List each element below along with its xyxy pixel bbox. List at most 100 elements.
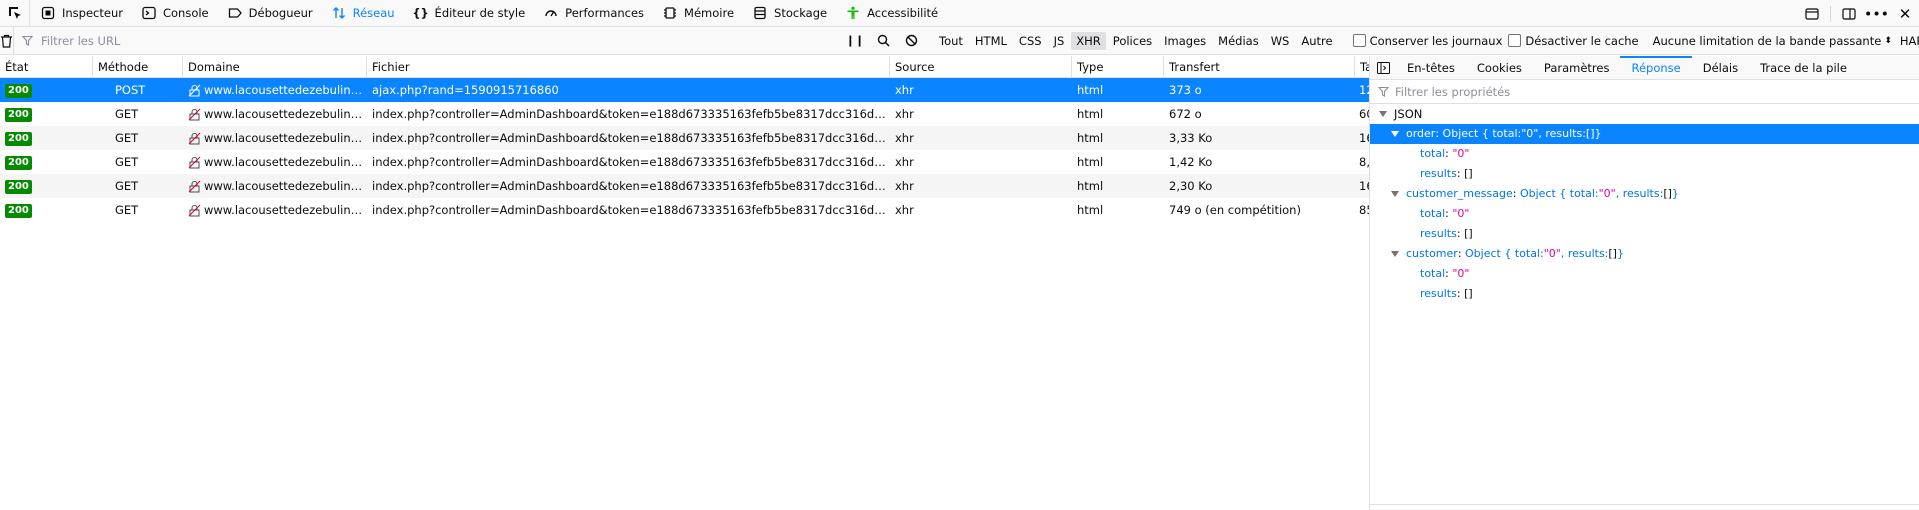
checkbox-box[interactable]	[1352, 34, 1366, 47]
tab-label: Débogueur	[248, 6, 313, 20]
table-header: État Méthode Domaine Fichier Source Type…	[0, 56, 1369, 78]
toggle-panel-button[interactable]	[1370, 56, 1396, 80]
source-cell: xhr	[895, 155, 914, 169]
type-filter-ws[interactable]: WS	[1266, 32, 1295, 50]
type-filter-all[interactable]: Tout	[934, 32, 968, 50]
leaf-value: []	[1464, 167, 1473, 180]
tab-network[interactable]: Réseau	[321, 0, 403, 27]
table-row[interactable]: 200 GET www.lacousettedezebulines.fr ind…	[0, 174, 1369, 198]
toolbar-separator	[1830, 5, 1831, 22]
tab-memory[interactable]: Mémoire	[652, 0, 742, 27]
method-cell: GET	[115, 179, 139, 193]
trash-icon	[1, 34, 12, 48]
table-row[interactable]: 200 POST www.lacousettedezebulines.fr aj…	[0, 78, 1369, 102]
size-cell: 16,	[1359, 131, 1369, 145]
disable-cache-checkbox[interactable]: Désactiver le cache	[1508, 33, 1639, 48]
close-devtools-button[interactable]: ✕	[1891, 0, 1919, 27]
column-header-file[interactable]: Fichier	[367, 56, 890, 78]
clear-requests-button[interactable]	[0, 26, 14, 55]
tab-headers[interactable]: En-têtes	[1396, 56, 1466, 80]
request-details-panel: En-têtes Cookies Paramètres Réponse Déla…	[1369, 55, 1919, 510]
url-filter-input[interactable]	[41, 33, 841, 48]
pause-button[interactable]: ❙❙	[841, 27, 869, 55]
source-cell: xhr	[895, 131, 914, 145]
tree-node-order[interactable]: order: Object { total: "0", results: [] …	[1370, 124, 1919, 144]
tree-node-customer[interactable]: customer: Object { total: "0", results: …	[1370, 244, 1919, 264]
tree-leaf[interactable]: total: "0"	[1370, 144, 1919, 164]
column-header-domain[interactable]: Domaine	[183, 56, 367, 78]
source-cell: xhr	[895, 83, 914, 97]
node-summary-prefix: Object { total:	[1519, 187, 1599, 200]
insecure-lock-icon	[188, 204, 201, 217]
dock-options-button[interactable]	[1835, 0, 1863, 27]
transfer-cell: 3,33 Ko	[1169, 131, 1213, 145]
node-key: customer_message	[1406, 187, 1513, 200]
type-filter-media[interactable]: Médias	[1213, 32, 1264, 50]
column-header-state[interactable]: État	[0, 56, 93, 78]
tab-performance[interactable]: Performances	[533, 0, 652, 27]
tab-stack-trace[interactable]: Trace de la pile	[1749, 56, 1858, 80]
select-arrows-icon: ⬍	[1884, 35, 1892, 46]
tab-response[interactable]: Réponse	[1620, 55, 1692, 80]
tab-params[interactable]: Paramètres	[1533, 56, 1621, 80]
more-options-button[interactable]: •••	[1863, 0, 1891, 27]
file-cell: index.php?controller=AdminDashboard&toke…	[372, 107, 890, 121]
insecure-lock-icon	[188, 108, 201, 121]
tab-style-editor[interactable]: {} Éditeur de style	[403, 0, 534, 27]
type-filter-html[interactable]: HTML	[970, 32, 1012, 50]
leaf-key: results	[1420, 227, 1457, 240]
table-row[interactable]: 200 GET www.lacousettedezebulines.fr ind…	[0, 198, 1369, 222]
throttling-select[interactable]: Aucune limitation de la bande passante ⬍	[1653, 34, 1892, 48]
type-filter-css[interactable]: CSS	[1014, 32, 1047, 50]
type-filter-js[interactable]: JS	[1049, 32, 1070, 50]
domain-text: www.lacousettedezebulines.fr	[204, 155, 367, 169]
type-filter-xhr[interactable]: XHR	[1071, 31, 1106, 50]
type-filter-fonts[interactable]: Polices	[1108, 32, 1157, 50]
tab-timings[interactable]: Délais	[1692, 56, 1749, 80]
devtools-toolbar: Inspecteur Console Débogueur Réseau {} É…	[0, 0, 1919, 27]
table-row[interactable]: 200 GET www.lacousettedezebulines.fr ind…	[0, 150, 1369, 174]
tab-cookies[interactable]: Cookies	[1466, 56, 1533, 80]
tab-debugger[interactable]: Débogueur	[217, 0, 321, 27]
har-menu-button[interactable]: HAR ▼	[1900, 34, 1919, 48]
inspector-icon	[40, 5, 56, 21]
tree-leaf[interactable]: results: []	[1370, 284, 1919, 304]
search-button[interactable]	[869, 27, 897, 55]
column-header-type[interactable]: Type	[1072, 56, 1164, 78]
search-icon	[877, 34, 890, 47]
table-row[interactable]: 200 GET www.lacousettedezebulines.fr ind…	[0, 102, 1369, 126]
block-requests-button[interactable]	[897, 27, 925, 55]
checkbox-box[interactable]	[1508, 34, 1522, 47]
json-section-header[interactable]: JSON	[1370, 104, 1919, 124]
tree-leaf[interactable]: results: []	[1370, 224, 1919, 244]
method-cell: GET	[115, 203, 139, 217]
table-row[interactable]: 200 GET www.lacousettedezebulines.fr ind…	[0, 126, 1369, 150]
tree-leaf[interactable]: results: []	[1370, 164, 1919, 184]
network-filter-bar: ❙❙ Tout HTML CSS JS XHR Polices Images M…	[0, 26, 1919, 55]
method-cell: GET	[115, 131, 139, 145]
column-header-transfer[interactable]: Transfert	[1164, 56, 1355, 78]
status-badge: 200	[5, 83, 32, 98]
tree-node-customer-message[interactable]: customer_message: Object { total: "0", r…	[1370, 184, 1919, 204]
split-console-button[interactable]	[1798, 0, 1826, 27]
persist-logs-checkbox[interactable]: Conserver les journaux	[1352, 34, 1502, 48]
tree-leaf[interactable]: total: "0"	[1370, 204, 1919, 224]
tab-console[interactable]: Console	[131, 0, 217, 27]
tab-storage[interactable]: Stockage	[742, 0, 835, 27]
type-filter-other[interactable]: Autre	[1296, 32, 1337, 50]
property-filter-input[interactable]	[1395, 84, 1795, 99]
column-header-method[interactable]: Méthode	[93, 56, 183, 78]
domain-text: www.lacousettedezebulines.fr	[204, 107, 367, 121]
tab-accessibility[interactable]: Accessibilité	[835, 0, 946, 27]
type-filter-images[interactable]: Images	[1159, 32, 1211, 50]
leaf-key: results	[1420, 287, 1457, 300]
checkbox-label: Désactiver le cache	[1525, 33, 1639, 48]
tab-inspector[interactable]: Inspecteur	[30, 0, 131, 27]
element-picker-button[interactable]	[0, 0, 30, 27]
column-header-source[interactable]: Source	[890, 56, 1072, 78]
column-header-size[interactable]: Ta	[1355, 56, 1369, 78]
status-badge: 200	[5, 179, 32, 194]
throttling-value: Aucune limitation de la bande passante	[1652, 33, 1882, 48]
method-cell: GET	[115, 155, 139, 169]
tree-leaf[interactable]: total: "0"	[1370, 264, 1919, 284]
